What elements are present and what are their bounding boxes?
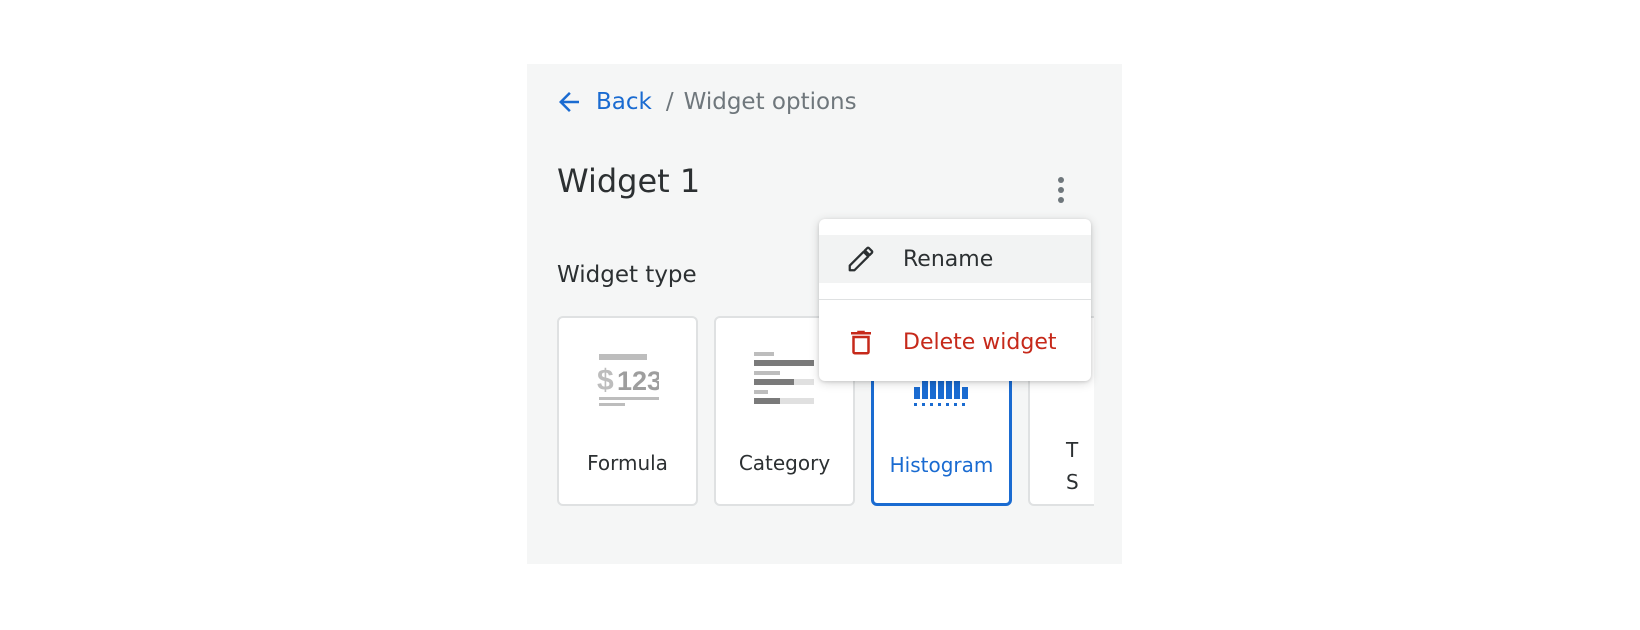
widget-type-label-text: Formula [587,451,668,475]
widget-type-label-text: Histogram [889,453,994,477]
svg-text:123: 123 [617,366,659,396]
widget-type-label-text: Category [738,451,831,475]
delete-widget-menu-item[interactable]: Delete widget [819,318,1091,366]
back-button[interactable]: Back [554,87,652,117]
arrow-left-icon [559,92,579,112]
pencil-icon [845,243,877,275]
widget-title: Widget 1 [557,162,701,200]
widget-type-formula[interactable]: $ 123 Formula [557,316,698,506]
kebab-dot [1058,187,1064,193]
kebab-dot [1058,197,1064,203]
back-label: Back [596,89,652,115]
delete-widget-label: Delete widget [903,329,1057,355]
rename-menu-item[interactable]: Rename [819,235,1091,283]
widget-options-menu: Rename Delete widget [819,219,1091,381]
kebab-dot [1058,177,1064,183]
widget-type-label-text: T S [1066,438,1079,494]
breadcrumb-separator: / [665,89,674,115]
breadcrumb-current: Widget options [683,89,857,115]
formula-icon: $ 123 [559,352,696,412]
svg-text:$: $ [597,364,614,397]
widget-type-label: Widget type [557,262,697,288]
breadcrumb: Back / Widget options [554,82,857,122]
menu-divider [819,299,1091,300]
more-options-button[interactable] [1049,170,1073,210]
rename-label: Rename [903,246,994,272]
trash-icon [845,326,877,358]
